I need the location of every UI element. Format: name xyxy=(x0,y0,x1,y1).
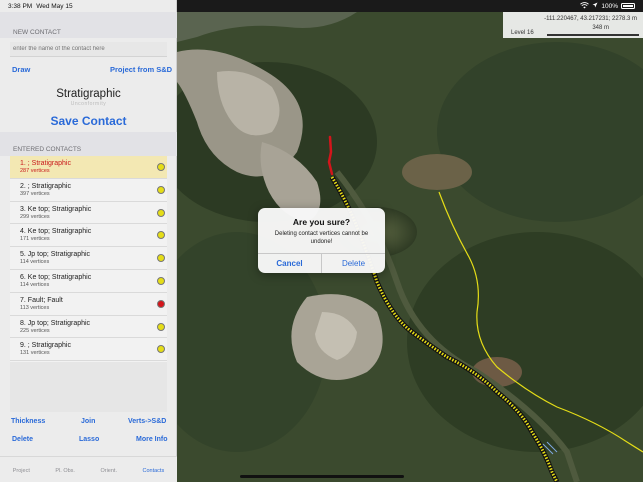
contact-vertex-count: 287 vertices xyxy=(20,168,50,174)
contact-name: 8. Jp top; Stratigraphic xyxy=(20,320,167,327)
battery-percent: 100% xyxy=(601,2,618,10)
dialog-title: Are you sure? xyxy=(292,217,351,227)
contact-list: 1. ; Stratigraphic 287 vertices 2. ; Strat… xyxy=(10,156,167,362)
contact-color-dot[interactable] xyxy=(157,163,165,171)
contact-color-dot[interactable] xyxy=(157,185,165,194)
contact-color-dot[interactable] xyxy=(157,322,165,331)
contact-row[interactable]: 2. ; Stratigraphic 397 vertices xyxy=(10,179,167,202)
location-icon xyxy=(592,2,598,10)
contact-row[interactable]: 3. Ke top; Stratigraphic 299 vertices xyxy=(10,202,167,225)
contact-label: ; Stratigraphic xyxy=(27,160,71,167)
contact-vertex-count: 397 vertices xyxy=(20,190,50,197)
contact-type-selected: Stratigraphic xyxy=(56,88,121,100)
status-bar: 3:38 PM Wed May 15 100% xyxy=(0,0,643,12)
home-indicator xyxy=(240,475,404,478)
contact-color-dot[interactable] xyxy=(157,208,165,217)
contact-label: Jp top; Stratigraphic xyxy=(27,251,91,259)
status-time: 3:38 PM xyxy=(8,2,33,10)
dialog-delete-button[interactable]: Delete xyxy=(322,254,385,273)
contact-row[interactable]: 6. Ke top; Stratigraphic 114 vertices xyxy=(10,270,167,293)
contact-vertex-count: 113 vertices xyxy=(20,304,50,311)
coordinate-text: -111.220467, 43.217231; 2278.3 m xyxy=(544,16,637,22)
contact-type-picker[interactable]: Stratigraphic Unconformity xyxy=(10,88,167,108)
tab-bar: Project Pl. Obs. Orient. Contacts xyxy=(0,456,177,482)
map-selected-contact-line[interactable] xyxy=(327,135,334,176)
contact-color-dot[interactable] xyxy=(157,299,165,308)
save-contact-button[interactable]: Save Contact xyxy=(0,114,177,128)
contact-index: 1. xyxy=(20,160,26,167)
contact-index: 7. xyxy=(20,296,26,304)
contact-vertex-count: 171 vertices xyxy=(20,236,50,243)
zoom-level: Level 16 xyxy=(511,30,534,36)
battery-icon xyxy=(621,3,635,9)
contact-name: 3. Ke top; Stratigraphic xyxy=(20,206,167,213)
contact-vertex-count: 131 vertices xyxy=(20,350,50,357)
contact-vertex-count: 299 vertices xyxy=(20,213,50,220)
scale-bar xyxy=(547,34,639,36)
contact-vertex-count: 114 vertices xyxy=(20,259,50,266)
tab-plane-observations[interactable]: Pl. Obs. xyxy=(55,468,75,474)
verts-to-sd-button[interactable]: Verts->S&D xyxy=(128,418,166,425)
thickness-button[interactable]: Thickness xyxy=(11,418,45,425)
contact-name: 5. Jp top; Stratigraphic xyxy=(20,251,167,258)
contact-list-empty-area xyxy=(10,362,167,412)
contact-label: Ke top; Stratigraphic xyxy=(27,273,92,281)
map-clearing xyxy=(402,154,472,190)
draw-button[interactable]: Draw xyxy=(12,65,30,74)
tab-project[interactable]: Project xyxy=(13,468,30,474)
join-button[interactable]: Join xyxy=(81,418,95,425)
contact-index: 6. xyxy=(20,273,26,281)
contact-name: 1. ; Stratigraphic xyxy=(20,160,167,167)
coordinate-readout: -111.220467, 43.217231; 2278.3 m Level 1… xyxy=(503,12,643,38)
map-canvas[interactable] xyxy=(177,12,643,482)
contacts-sidebar: NEW CONTACT Draw Project from S&D Strati… xyxy=(0,0,177,482)
contact-name: 6. Ke top; Stratigraphic xyxy=(20,274,167,281)
project-from-sd-button[interactable]: Project from S&D xyxy=(110,65,172,74)
contact-type-next-option: Unconformity xyxy=(70,101,107,107)
dialog-button-row: Cancel Delete xyxy=(258,253,385,273)
contact-name: 7. Fault; Fault xyxy=(20,297,167,304)
dialog-cancel-button[interactable]: Cancel xyxy=(258,254,322,273)
contact-label: Ke top; Stratigraphic xyxy=(27,205,92,213)
contact-label: ; Stratigraphic xyxy=(27,342,71,350)
status-date: Wed May 15 xyxy=(36,2,73,10)
contact-label: Jp top; Stratigraphic xyxy=(27,319,91,327)
contact-label: Fault; Fault xyxy=(27,296,63,304)
delete-button[interactable]: Delete xyxy=(12,436,33,443)
contact-row[interactable]: 1. ; Stratigraphic 287 vertices xyxy=(10,156,167,179)
contact-index: 4. xyxy=(20,228,26,236)
contact-name: 9. ; Stratigraphic xyxy=(20,342,167,349)
contact-index: 8. xyxy=(20,319,26,327)
dialog-message: Deleting contact vertices cannot be undo… xyxy=(274,231,369,246)
scale-label: 348 m xyxy=(592,25,609,31)
tab-orientation[interactable]: Orient. xyxy=(100,468,117,474)
more-info-button[interactable]: More Info xyxy=(136,436,168,443)
confirm-delete-dialog: Are you sure? Deleting contact vertices … xyxy=(258,208,385,273)
contact-label: Ke top; Stratigraphic xyxy=(27,228,92,236)
contact-index: 2. xyxy=(20,182,26,190)
contact-vertex-count: 114 vertices xyxy=(20,281,50,288)
contact-name: 4. Ke top; Stratigraphic xyxy=(20,228,167,235)
lasso-button[interactable]: Lasso xyxy=(79,436,99,443)
contact-index: 3. xyxy=(20,205,26,213)
entered-contacts-header: ENTERED CONTACTS xyxy=(0,132,177,156)
contact-row[interactable]: 7. Fault; Fault 113 vertices xyxy=(10,293,167,316)
contact-row[interactable]: 5. Jp top; Stratigraphic 114 vertices xyxy=(10,247,167,270)
contact-index: 5. xyxy=(20,251,26,259)
wifi-icon xyxy=(580,1,590,11)
contact-row[interactable]: 8. Jp top; Stratigraphic 225 vertices xyxy=(10,316,167,339)
contact-row[interactable]: 9. ; Stratigraphic 131 vertices xyxy=(10,338,167,362)
satellite-map[interactable] xyxy=(177,12,643,482)
contact-name: 2. ; Stratigraphic xyxy=(20,183,167,190)
contact-index: 9. xyxy=(20,342,26,350)
contact-vertex-count: 225 vertices xyxy=(20,327,50,334)
contact-label: ; Stratigraphic xyxy=(27,182,71,190)
tab-contacts[interactable]: Contacts xyxy=(143,468,165,474)
contact-name-input[interactable] xyxy=(10,42,167,57)
contact-row[interactable]: 4. Ke top; Stratigraphic 171 vertices xyxy=(10,224,167,248)
new-contact-header: NEW CONTACT xyxy=(0,12,177,38)
contact-color-dot[interactable] xyxy=(157,276,165,285)
